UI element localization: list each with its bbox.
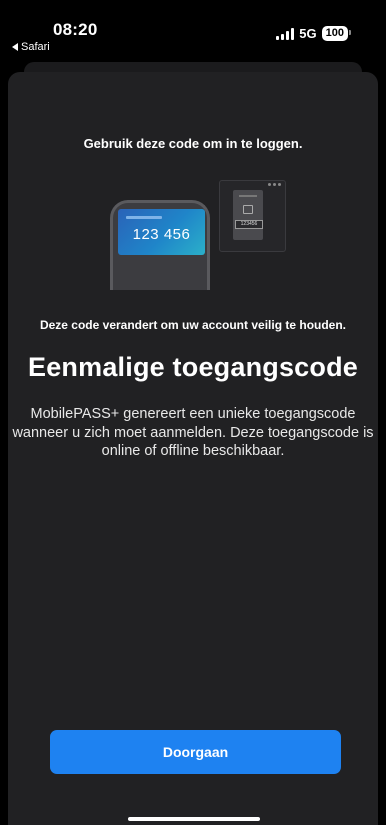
status-bar: 08:20 Safari 5G 100	[0, 0, 386, 58]
otp-card: 123 456	[118, 209, 205, 255]
back-app-label: Safari	[21, 41, 50, 53]
phone-code: 123 456	[132, 226, 191, 243]
back-to-safari[interactable]: Safari	[12, 41, 50, 53]
page-title: Eenmalige toegangscode	[28, 352, 358, 382]
status-indicators: 5G 100	[276, 26, 352, 41]
description: MobilePASS+ genereert een unieke toegang…	[12, 406, 374, 459]
battery-icon: 100	[321, 26, 352, 41]
home-indicator[interactable]	[128, 817, 260, 821]
lock-icon	[243, 205, 253, 214]
monitor-code: 123456	[235, 220, 263, 229]
login-window: 123456	[233, 190, 263, 240]
subtitle: Deze code verandert om uw account veilig…	[39, 318, 347, 332]
window-dots-icon	[268, 183, 281, 186]
monitor-illustration: 123456	[219, 180, 286, 252]
back-arrow-icon	[12, 43, 18, 51]
intro-text: Gebruik deze code om in te loggen.	[83, 136, 303, 151]
status-time: 08:20	[53, 20, 98, 39]
cellular-signal-icon	[276, 27, 295, 40]
network-type: 5G	[299, 26, 317, 41]
continue-button[interactable]: Doorgaan	[50, 730, 341, 774]
code-illustration: 123456 123 456	[110, 180, 286, 290]
